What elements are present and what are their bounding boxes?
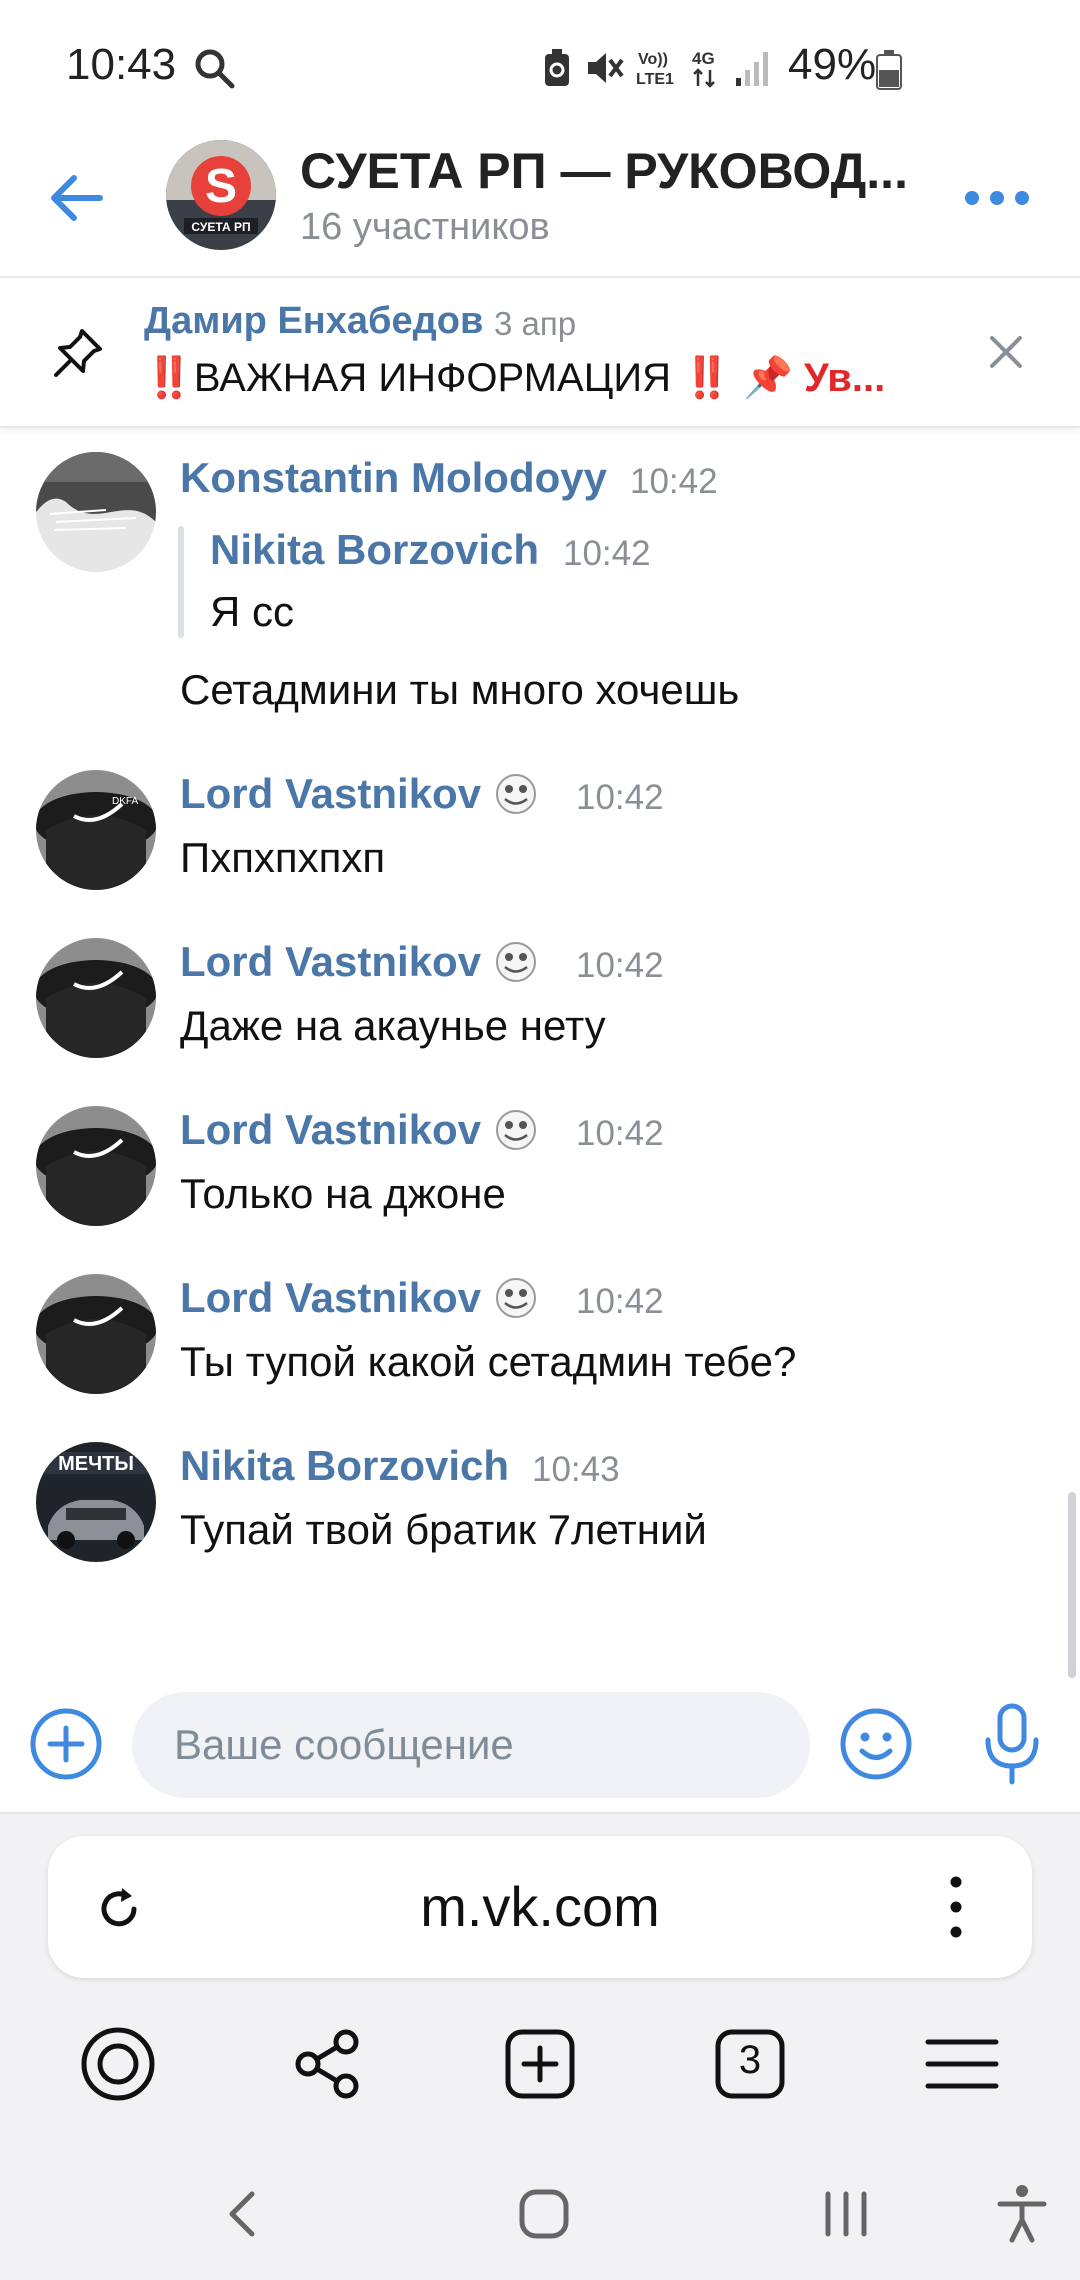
home-nav-icon[interactable] <box>512 2182 576 2246</box>
attach-plus-icon[interactable] <box>28 1706 104 1782</box>
message-author[interactable]: Lord Vastnikov <box>180 938 481 986</box>
chat-title[interactable]: СУЕТА РП — РУКОВОД... <box>300 142 910 200</box>
volte-icon: Vo)) LTE1 <box>636 51 674 88</box>
scrollbar[interactable] <box>1068 1492 1076 1678</box>
message-composer <box>0 1682 1080 1810</box>
reply-quote-bar <box>178 526 184 638</box>
svg-text:4G: 4G <box>692 49 715 68</box>
message-text: Даже на акаунье нету <box>180 1002 606 1049</box>
battery-icon <box>876 50 902 90</box>
troll-face-emoji-icon <box>496 774 536 814</box>
svg-text:LTE1: LTE1 <box>636 71 674 88</box>
avatar[interactable]: DKFA <box>36 770 156 890</box>
avatar[interactable] <box>36 1274 156 1394</box>
troll-face-emoji-icon <box>496 942 536 982</box>
new-tab-plus-icon[interactable] <box>500 2024 580 2104</box>
search-icon <box>195 49 235 89</box>
avatar-caption: МЕЧТЫ <box>58 1453 134 1475</box>
mute-icon <box>588 53 624 83</box>
tabs-counter-button[interactable]: 3 <box>710 2024 790 2104</box>
message-author[interactable]: Lord Vastnikov <box>180 1106 481 1154</box>
svg-text:Vo)): Vo)) <box>638 51 668 68</box>
message-time: 10:42 <box>630 462 718 501</box>
chat-header: S СУЕТА РП СУЕТА РП — РУКОВОД... 16 учас… <box>0 130 1080 278</box>
emoji-smile-icon[interactable] <box>838 1706 914 1782</box>
pinned-text-suffix: ‼️ 📌 Ув... <box>682 356 886 400</box>
signal-icon <box>736 52 768 86</box>
svg-text:DKFA: DKFA <box>112 796 138 807</box>
menu-dots-icon[interactable] <box>948 1874 964 1940</box>
avatar[interactable]: МЕЧТЫ <box>36 1442 156 1562</box>
message-input[interactable] <box>132 1692 810 1798</box>
avatar[interactable] <box>36 452 156 572</box>
message-time: 10:42 <box>576 1282 664 1321</box>
more-options-icon[interactable] <box>962 186 1032 210</box>
close-icon[interactable] <box>986 332 1026 372</box>
message-author[interactable]: Lord Vastnikov <box>180 1274 481 1322</box>
pin-icon <box>54 329 102 377</box>
back-arrow-icon[interactable] <box>46 168 106 228</box>
system-navigation-bar <box>0 2152 1080 2280</box>
troll-face-emoji-icon <box>496 1110 536 1150</box>
avatar[interactable] <box>36 1106 156 1226</box>
hamburger-menu-icon[interactable] <box>922 2024 1002 2104</box>
accessibility-icon[interactable] <box>990 2182 1054 2246</box>
pinned-date: 3 апр <box>494 305 577 342</box>
message-author[interactable]: Lord Vastnikov <box>180 770 481 818</box>
pinned-author[interactable]: Дамир Енхабедов <box>144 300 483 343</box>
chat-avatar[interactable]: S СУЕТА РП <box>166 140 276 250</box>
message-text: Только на джоне <box>180 1170 506 1217</box>
svg-text:S: S <box>205 160 237 213</box>
message-author[interactable]: Konstantin Molodoyy <box>180 454 607 502</box>
network-4g-icon: 4G <box>692 49 715 88</box>
battery-level: 49% <box>788 40 877 89</box>
reply-time: 10:42 <box>563 534 651 573</box>
tabs-count: 3 <box>738 2038 762 2082</box>
pinned-text: ‼️ВАЖНАЯ ИНФОРМАЦИЯ ‼️ 📌 Ув... <box>144 354 924 401</box>
url-text[interactable]: m.vk.com <box>48 1874 1032 1939</box>
microphone-icon[interactable] <box>982 1702 1042 1786</box>
message-time: 10:43 <box>532 1450 620 1489</box>
recycle-battery-icon <box>545 49 569 86</box>
share-icon[interactable] <box>288 2024 368 2104</box>
message-text: Ты тупой какой сетадмин тебе? <box>180 1338 797 1385</box>
recents-nav-icon[interactable] <box>814 2182 878 2246</box>
message-time: 10:42 <box>576 1114 664 1153</box>
message-text: Тупай твой братик 7летний <box>180 1506 707 1553</box>
back-nav-icon[interactable] <box>212 2182 276 2246</box>
double-exclamation-emoji: ‼️ <box>144 356 194 400</box>
message-time: 10:42 <box>576 778 664 817</box>
message-author[interactable]: Nikita Borzovich <box>180 1442 509 1490</box>
browser-toolbar: m.vk.com 3 <box>0 1812 1080 2152</box>
pinned-text-body: ВАЖНАЯ ИНФОРМАЦИЯ <box>193 356 683 400</box>
pinned-message[interactable]: Дамир Енхабедов 3 апр ‼️ВАЖНАЯ ИНФОРМАЦИ… <box>0 280 1080 428</box>
chat-avatar-caption: СУЕТА РП <box>191 220 250 234</box>
alice-assistant-icon[interactable] <box>78 2024 158 2104</box>
chat-members-count: 16 участников <box>300 206 550 248</box>
avatar[interactable] <box>36 938 156 1058</box>
status-bar: 10:43 Vo)) LTE1 4G 49% <box>0 0 1080 130</box>
reply-text: Я сс <box>210 588 294 635</box>
message-text: Сетадмини ты много хочешь <box>180 666 740 713</box>
reply-author[interactable]: Nikita Borzovich <box>210 526 539 574</box>
troll-face-emoji-icon <box>496 1278 536 1318</box>
message-text: Пхпхпхпхп <box>180 834 386 881</box>
status-time: 10:43 <box>66 40 177 89</box>
message-time: 10:42 <box>576 946 664 985</box>
address-bar[interactable]: m.vk.com <box>48 1836 1032 1978</box>
